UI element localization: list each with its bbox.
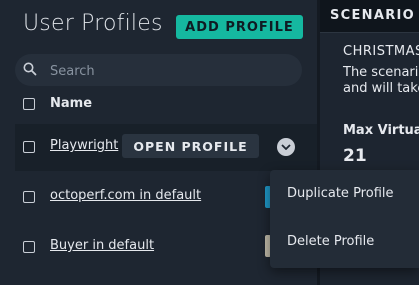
scenario-description-line: The scenario bbox=[343, 65, 419, 80]
column-header-name: Name bbox=[50, 96, 93, 111]
row-actions-button[interactable] bbox=[277, 138, 295, 156]
menu-item-delete-profile[interactable]: Delete Profile bbox=[287, 234, 374, 249]
scenario-name: CHRISTMAS bbox=[343, 44, 419, 59]
add-profile-button[interactable]: ADD PROFILE bbox=[176, 15, 303, 39]
scenario-header: SCENARIO C bbox=[320, 0, 419, 33]
search-input[interactable] bbox=[48, 60, 292, 82]
search-icon bbox=[23, 62, 37, 76]
row-checkbox[interactable] bbox=[23, 141, 35, 153]
open-profile-button[interactable]: OPEN PROFILE bbox=[122, 134, 259, 158]
profile-name-link[interactable]: Playwright bbox=[50, 138, 118, 153]
select-all-checkbox[interactable] bbox=[23, 98, 35, 110]
profile-actions-menu: Duplicate Profile Delete Profile bbox=[270, 170, 419, 268]
row-checkbox[interactable] bbox=[23, 241, 35, 253]
search-field[interactable] bbox=[15, 54, 302, 86]
chevron-down-icon bbox=[281, 144, 291, 150]
max-virtual-value: 21 bbox=[343, 146, 367, 166]
profile-name-link[interactable]: octoperf.com in default bbox=[50, 188, 201, 203]
max-virtual-label: Max Virtual bbox=[343, 123, 419, 138]
row-checkbox[interactable] bbox=[23, 191, 35, 203]
menu-item-duplicate-profile[interactable]: Duplicate Profile bbox=[287, 186, 394, 201]
page-title: User Profiles bbox=[23, 11, 163, 36]
scenario-header-title: SCENARIO C bbox=[330, 8, 419, 23]
scenario-description-line: and will take bbox=[343, 81, 419, 96]
profile-name-link[interactable]: Buyer in default bbox=[50, 238, 154, 253]
